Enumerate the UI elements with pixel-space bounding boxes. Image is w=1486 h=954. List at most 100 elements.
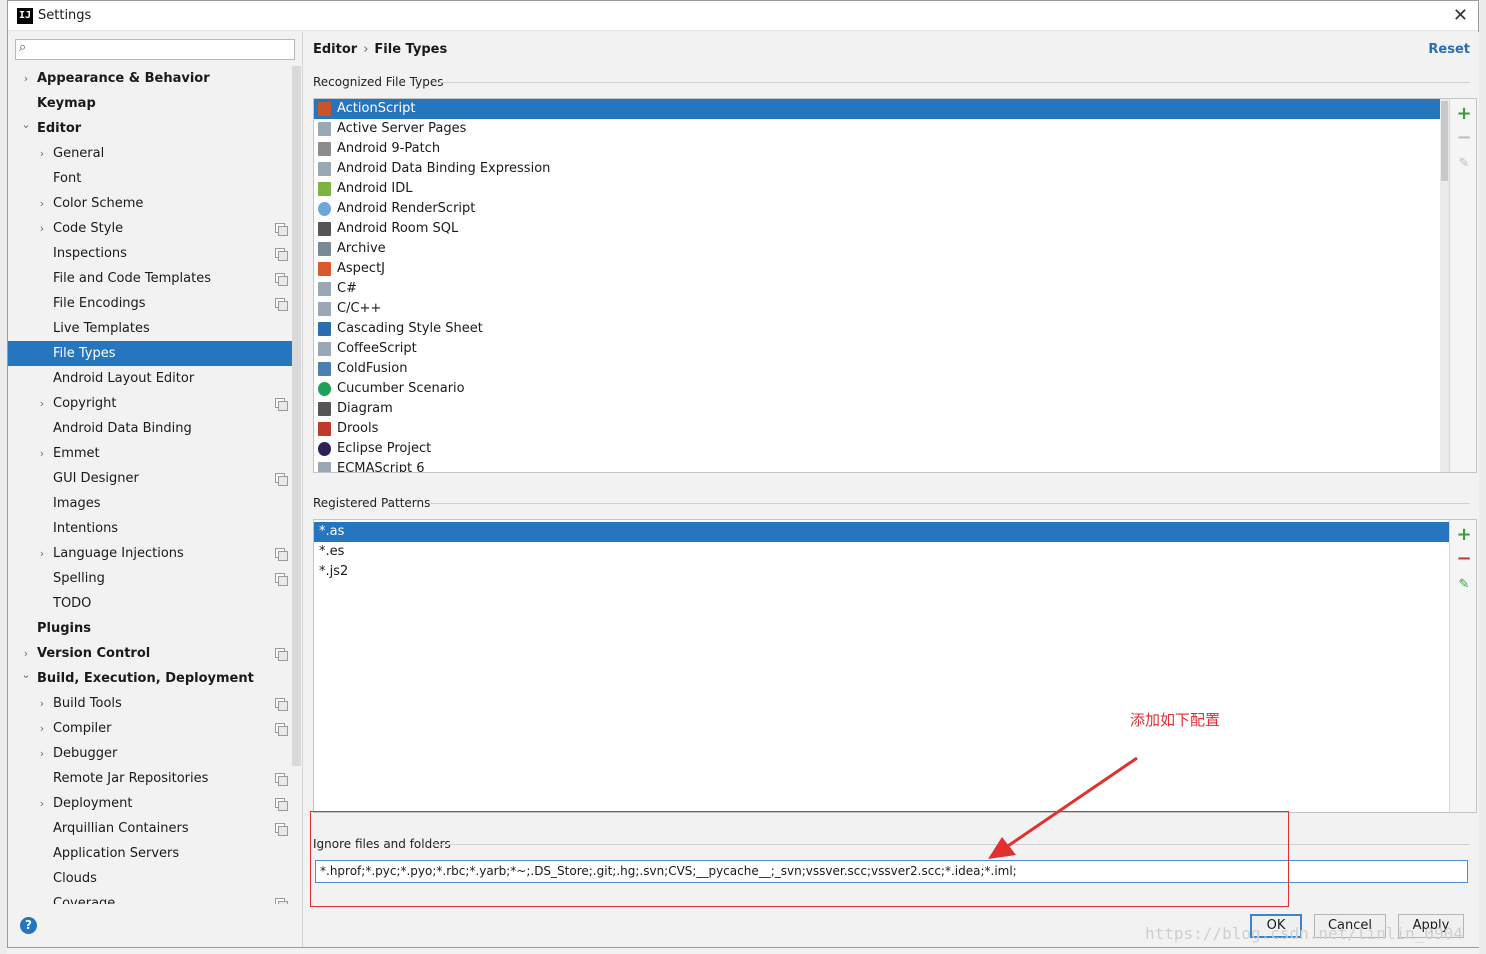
file-type-row[interactable]: AspectJ bbox=[314, 259, 1440, 279]
recognized-scrollbar[interactable] bbox=[1440, 99, 1449, 472]
close-icon[interactable]: ✕ bbox=[1453, 5, 1468, 26]
file-type-row[interactable]: Diagram bbox=[314, 399, 1440, 419]
tree-item[interactable]: › Copyright bbox=[8, 391, 292, 416]
tree-item[interactable]: Spelling bbox=[8, 566, 292, 591]
tree-item[interactable]: ⌄ Build, Execution, Deployment bbox=[8, 666, 292, 691]
file-type-row[interactable]: C/C++ bbox=[314, 299, 1440, 319]
reset-link[interactable]: Reset bbox=[1428, 42, 1470, 57]
file-type-row[interactable]: CoffeeScript bbox=[314, 339, 1440, 359]
background-left-edge bbox=[0, 0, 7, 954]
file-type-row[interactable]: Android IDL bbox=[314, 179, 1440, 199]
file-type-row[interactable]: Cascading Style Sheet bbox=[314, 319, 1440, 339]
tree-item-label: Build, Execution, Deployment bbox=[37, 671, 254, 686]
file-type-row[interactable]: ECMAScript 6 bbox=[314, 459, 1440, 472]
file-type-row[interactable]: Android Data Binding Expression bbox=[314, 159, 1440, 179]
pattern-row[interactable]: *.js2 bbox=[314, 562, 1449, 582]
file-type-row[interactable]: Drools bbox=[314, 419, 1440, 439]
background-right-edge bbox=[1479, 0, 1486, 954]
file-type-row[interactable]: C# bbox=[314, 279, 1440, 299]
search-input[interactable] bbox=[38, 41, 288, 58]
file-type-row[interactable]: Archive bbox=[314, 239, 1440, 259]
file-type-row[interactable]: ColdFusion bbox=[314, 359, 1440, 379]
remove-file-type-button[interactable]: − bbox=[1456, 129, 1472, 147]
add-file-type-button[interactable]: + bbox=[1456, 105, 1472, 123]
tree-item[interactable]: Keymap bbox=[8, 91, 292, 116]
file-type-row[interactable]: Android RenderScript bbox=[314, 199, 1440, 219]
tree-item[interactable]: File and Code Templates bbox=[8, 266, 292, 291]
file-type-row[interactable]: Android Room SQL bbox=[314, 219, 1440, 239]
tree-item[interactable]: Application Servers bbox=[8, 841, 292, 866]
tree-item[interactable]: Arquillian Containers bbox=[8, 816, 292, 841]
tree-item[interactable]: › Deployment bbox=[8, 791, 292, 816]
tree-item[interactable]: ⌄ Editor bbox=[8, 116, 292, 141]
tree-item[interactable]: Remote Jar Repositories bbox=[8, 766, 292, 791]
breadcrumb: Editor › File Types bbox=[313, 42, 447, 57]
project-scope-icon bbox=[275, 398, 288, 411]
tree-item[interactable]: › General bbox=[8, 141, 292, 166]
tree-item-label: Intentions bbox=[53, 521, 119, 536]
pattern-row[interactable]: *.es bbox=[314, 542, 1449, 562]
file-type-row[interactable]: Cucumber Scenario bbox=[314, 379, 1440, 399]
tree-scrollbar[interactable] bbox=[292, 66, 301, 766]
tree-item[interactable]: File Encodings bbox=[8, 291, 292, 316]
project-scope-icon bbox=[275, 898, 288, 904]
help-icon[interactable]: ? bbox=[20, 917, 37, 934]
tree-item[interactable]: › Code Style bbox=[8, 216, 292, 241]
chevron-right-icon[interactable]: › bbox=[36, 741, 48, 766]
chevron-right-icon[interactable]: › bbox=[36, 691, 48, 716]
chevron-right-icon[interactable]: › bbox=[36, 716, 48, 741]
tree-item[interactable]: › Color Scheme bbox=[8, 191, 292, 216]
tree-item[interactable]: › Debugger bbox=[8, 741, 292, 766]
tree-item[interactable]: Plugins bbox=[8, 616, 292, 641]
watermark: https://blog.csdn.net/linlin_0904 bbox=[1145, 924, 1463, 943]
recognized-scroll-thumb[interactable] bbox=[1441, 101, 1448, 181]
tree-item[interactable]: GUI Designer bbox=[8, 466, 292, 491]
file-type-row[interactable]: Android 9-Patch bbox=[314, 139, 1440, 159]
chevron-right-icon[interactable]: › bbox=[36, 391, 48, 416]
tree-item[interactable]: › Emmet bbox=[8, 441, 292, 466]
chevron-right-icon[interactable]: › bbox=[20, 66, 32, 91]
chevron-down-icon[interactable]: ⌄ bbox=[20, 662, 32, 687]
tree-item[interactable]: Inspections bbox=[8, 241, 292, 266]
breadcrumb-current: File Types bbox=[374, 42, 448, 57]
tree-item[interactable]: File Types bbox=[8, 341, 292, 366]
tree-item[interactable]: Android Data Binding bbox=[8, 416, 292, 441]
chevron-right-icon[interactable]: › bbox=[36, 141, 48, 166]
add-pattern-button[interactable]: + bbox=[1456, 526, 1472, 544]
chevron-right-icon[interactable]: › bbox=[36, 441, 48, 466]
file-type-row[interactable]: Eclipse Project bbox=[314, 439, 1440, 459]
tree-item[interactable]: › Language Injections bbox=[8, 541, 292, 566]
file-type-row[interactable]: ActionScript bbox=[314, 99, 1440, 119]
tree-item[interactable]: › Compiler bbox=[8, 716, 292, 741]
tree-item[interactable]: › Build Tools bbox=[8, 691, 292, 716]
edit-pattern-button[interactable]: ✎ bbox=[1456, 577, 1472, 593]
tree-item[interactable]: Android Layout Editor bbox=[8, 366, 292, 391]
tree-item[interactable]: Coverage bbox=[8, 891, 292, 904]
tree-item[interactable]: Images bbox=[8, 491, 292, 516]
tree-item[interactable]: TODO bbox=[8, 591, 292, 616]
tree-item-label: Arquillian Containers bbox=[53, 821, 189, 836]
tree-item-label: File and Code Templates bbox=[53, 271, 211, 286]
settings-search[interactable]: ⌕ bbox=[15, 39, 295, 60]
edit-file-type-button[interactable]: ✎ bbox=[1456, 156, 1472, 172]
recognized-file-types-list: ActionScript Active Server Pages Android 9… bbox=[313, 98, 1450, 473]
recognized-toolbar: + − ✎ bbox=[1449, 98, 1477, 473]
tree-item[interactable]: › Appearance & Behavior bbox=[8, 66, 292, 91]
file-type-label: Archive bbox=[337, 241, 386, 256]
chevron-right-icon[interactable]: › bbox=[36, 541, 48, 566]
tree-item-label: General bbox=[53, 146, 105, 161]
chevron-right-icon[interactable]: › bbox=[36, 791, 48, 816]
remove-pattern-button[interactable]: − bbox=[1456, 550, 1472, 568]
breadcrumb-parent[interactable]: Editor bbox=[313, 42, 357, 57]
chevron-down-icon[interactable]: ⌄ bbox=[20, 112, 32, 137]
project-scope-icon bbox=[275, 573, 288, 586]
chevron-right-icon[interactable]: › bbox=[36, 216, 48, 241]
file-type-row[interactable]: Active Server Pages bbox=[314, 119, 1440, 139]
tree-item[interactable]: Clouds bbox=[8, 866, 292, 891]
tree-item[interactable]: › Version Control bbox=[8, 641, 292, 666]
tree-item[interactable]: Font bbox=[8, 166, 292, 191]
tree-item[interactable]: Live Templates bbox=[8, 316, 292, 341]
chevron-right-icon[interactable]: › bbox=[36, 191, 48, 216]
pattern-row[interactable]: *.as bbox=[314, 522, 1449, 542]
tree-item[interactable]: Intentions bbox=[8, 516, 292, 541]
